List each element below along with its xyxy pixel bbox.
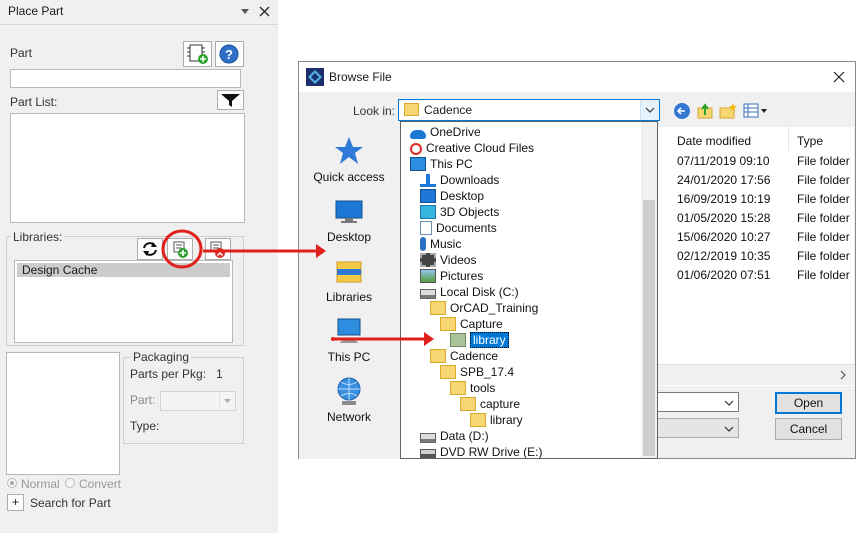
annotation-arrows — [203, 244, 434, 346]
